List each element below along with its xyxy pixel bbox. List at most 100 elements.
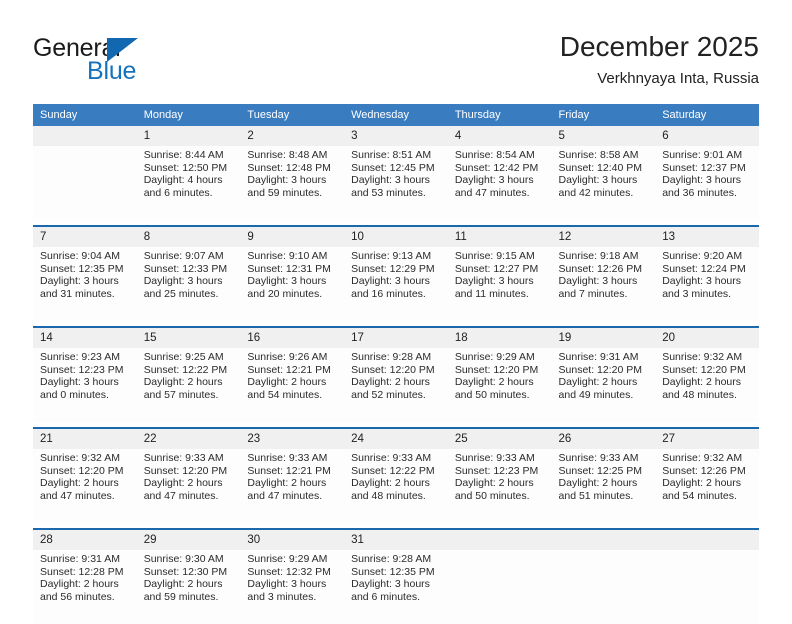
day-number[interactable]: 8 [136, 225, 241, 247]
day-detail-line: Daylight: 2 hours [662, 477, 742, 490]
week-detail-row: Sunrise: 9:04 AM Sunset: 12:35 PM Daylight… [33, 247, 759, 321]
day-number[interactable]: 29 [136, 528, 241, 550]
day-detail-line: and 6 minutes. [351, 590, 420, 603]
day-detail-line: Sunset: 12:20 PM [662, 363, 746, 376]
day-detail-line: Sunset: 12:28 PM [40, 565, 124, 578]
day-detail-line: Sunrise: 8:44 AM [143, 149, 224, 161]
week-detail-row: Sunrise: 9:32 AM Sunset: 12:20 PM Daylight… [33, 449, 759, 523]
day-detail-line: Sunset: 12:35 PM [40, 262, 124, 275]
day-detail-line: and 53 minutes. [351, 186, 426, 199]
day-details: Sunrise: 9:07 AM Sunset: 12:33 PM Daylight… [136, 247, 241, 321]
day-detail-line: Sunrise: 9:33 AM [247, 452, 328, 464]
weekday-header-tuesday: Tuesday [240, 104, 345, 126]
day-number[interactable]: 15 [136, 326, 241, 348]
day-detail-line: Sunrise: 9:15 AM [454, 250, 535, 262]
day-number[interactable]: 21 [33, 427, 137, 449]
day-detail-line: Sunrise: 9:10 AM [247, 250, 328, 262]
day-details: Sunrise: 9:25 AM Sunset: 12:22 PM Daylight… [136, 348, 241, 422]
day-number[interactable]: 10 [344, 225, 448, 247]
day-number[interactable]: 19 [551, 326, 656, 348]
day-detail-line: and 56 minutes. [40, 590, 115, 603]
day-detail-line: and 11 minutes. [454, 287, 529, 300]
page-subtitle: Verkhnyaya Inta, Russia [597, 70, 759, 87]
day-detail-line: Daylight: 2 hours [662, 376, 742, 389]
day-details: Sunrise: 9:30 AM Sunset: 12:30 PM Daylight… [136, 550, 241, 624]
day-detail-line: Daylight: 2 hours [454, 376, 534, 389]
week-daynumber-row: 14 15 16 17 18 19 20 [33, 326, 759, 348]
day-number[interactable]: 26 [551, 427, 656, 449]
day-detail-line: Sunset: 12:23 PM [454, 464, 539, 477]
day-detail-line: Daylight: 2 hours [558, 477, 638, 490]
day-detail-line: Sunrise: 9:32 AM [662, 452, 743, 464]
day-detail-line: Sunrise: 9:33 AM [454, 452, 535, 464]
day-detail-line: and 57 minutes. [143, 388, 219, 401]
day-details-empty [551, 550, 656, 624]
day-number[interactable]: 4 [447, 126, 552, 146]
day-number[interactable]: 18 [447, 326, 552, 348]
day-details: Sunrise: 9:29 AM Sunset: 12:20 PM Daylight… [447, 348, 552, 422]
brand-name-blue: Blue [87, 57, 137, 85]
day-detail-line: and 50 minutes. [454, 388, 530, 401]
day-details: Sunrise: 9:28 AM Sunset: 12:35 PM Daylight… [344, 550, 448, 624]
day-number[interactable]: 23 [240, 427, 345, 449]
weekday-header-wednesday: Wednesday [344, 104, 448, 126]
day-detail-line: Daylight: 2 hours [558, 376, 638, 389]
day-detail-line: Sunset: 12:23 PM [40, 363, 124, 376]
weekday-header-sunday: Sunday [33, 104, 137, 126]
day-detail-line: Daylight: 3 hours [351, 275, 430, 288]
day-number[interactable]: 6 [655, 126, 759, 146]
day-details: Sunrise: 9:13 AM Sunset: 12:29 PM Daylight… [344, 247, 448, 321]
day-detail-line: Sunset: 12:25 PM [558, 464, 642, 477]
day-number[interactable]: 13 [655, 225, 759, 247]
day-number[interactable]: 7 [33, 225, 137, 247]
day-detail-line: Daylight: 2 hours [351, 477, 430, 490]
day-detail-line: and 42 minutes. [558, 186, 634, 199]
day-detail-line: Daylight: 2 hours [40, 578, 119, 591]
day-number[interactable]: 20 [655, 326, 759, 348]
day-number[interactable]: 25 [447, 427, 552, 449]
day-number[interactable]: 12 [551, 225, 656, 247]
day-number[interactable]: 2 [240, 126, 345, 146]
day-detail-line: Sunset: 12:21 PM [247, 464, 331, 477]
day-details: Sunrise: 9:33 AM Sunset: 12:22 PM Daylight… [344, 449, 448, 523]
day-detail-line: Sunset: 12:20 PM [351, 363, 435, 376]
day-details: Sunrise: 8:44 AM Sunset: 12:50 PM Daylight… [136, 146, 241, 220]
day-detail-line: Sunset: 12:32 PM [247, 565, 331, 578]
day-detail-line: Sunrise: 9:26 AM [247, 351, 328, 363]
day-number[interactable]: 11 [447, 225, 552, 247]
day-details: Sunrise: 9:01 AM Sunset: 12:37 PM Daylight… [655, 146, 759, 220]
day-detail-line: Sunrise: 9:29 AM [454, 351, 535, 363]
day-number-empty [655, 528, 759, 550]
day-detail-line: Sunrise: 9:28 AM [351, 351, 432, 363]
day-detail-line: Daylight: 3 hours [454, 174, 534, 187]
day-detail-line: Sunset: 12:20 PM [40, 464, 124, 477]
day-detail-line: Daylight: 3 hours [454, 275, 534, 288]
day-number[interactable]: 31 [344, 528, 448, 550]
day-number[interactable]: 14 [33, 326, 137, 348]
day-number[interactable]: 24 [344, 427, 448, 449]
day-number[interactable]: 3 [344, 126, 448, 146]
day-detail-line: and 59 minutes. [143, 590, 219, 603]
day-number[interactable]: 30 [240, 528, 345, 550]
day-detail-line: Daylight: 3 hours [40, 275, 119, 288]
day-details: Sunrise: 8:54 AM Sunset: 12:42 PM Daylight… [447, 146, 552, 220]
day-number[interactable]: 16 [240, 326, 345, 348]
week-detail-row: Sunrise: 9:23 AM Sunset: 12:23 PM Daylight… [33, 348, 759, 422]
day-number[interactable]: 27 [655, 427, 759, 449]
day-detail-line: Sunset: 12:35 PM [351, 565, 435, 578]
day-details: Sunrise: 9:23 AM Sunset: 12:23 PM Daylight… [33, 348, 137, 422]
week-daynumber-row: 28 29 30 31 [33, 528, 759, 550]
day-number[interactable]: 28 [33, 528, 137, 550]
day-number[interactable]: 5 [551, 126, 656, 146]
day-detail-line: and 59 minutes. [247, 186, 323, 199]
day-number[interactable]: 22 [136, 427, 241, 449]
day-detail-line: and 0 minutes. [40, 388, 109, 401]
day-detail-line: Sunset: 12:26 PM [558, 262, 642, 275]
day-detail-line: Sunrise: 9:25 AM [143, 351, 224, 363]
brand-logo[interactable]: General Blue [33, 34, 253, 86]
day-number[interactable]: 1 [136, 126, 241, 146]
day-detail-line: Daylight: 2 hours [454, 477, 534, 490]
day-number[interactable]: 9 [240, 225, 345, 247]
day-detail-line: Sunrise: 9:31 AM [40, 553, 120, 565]
day-number[interactable]: 17 [344, 326, 448, 348]
